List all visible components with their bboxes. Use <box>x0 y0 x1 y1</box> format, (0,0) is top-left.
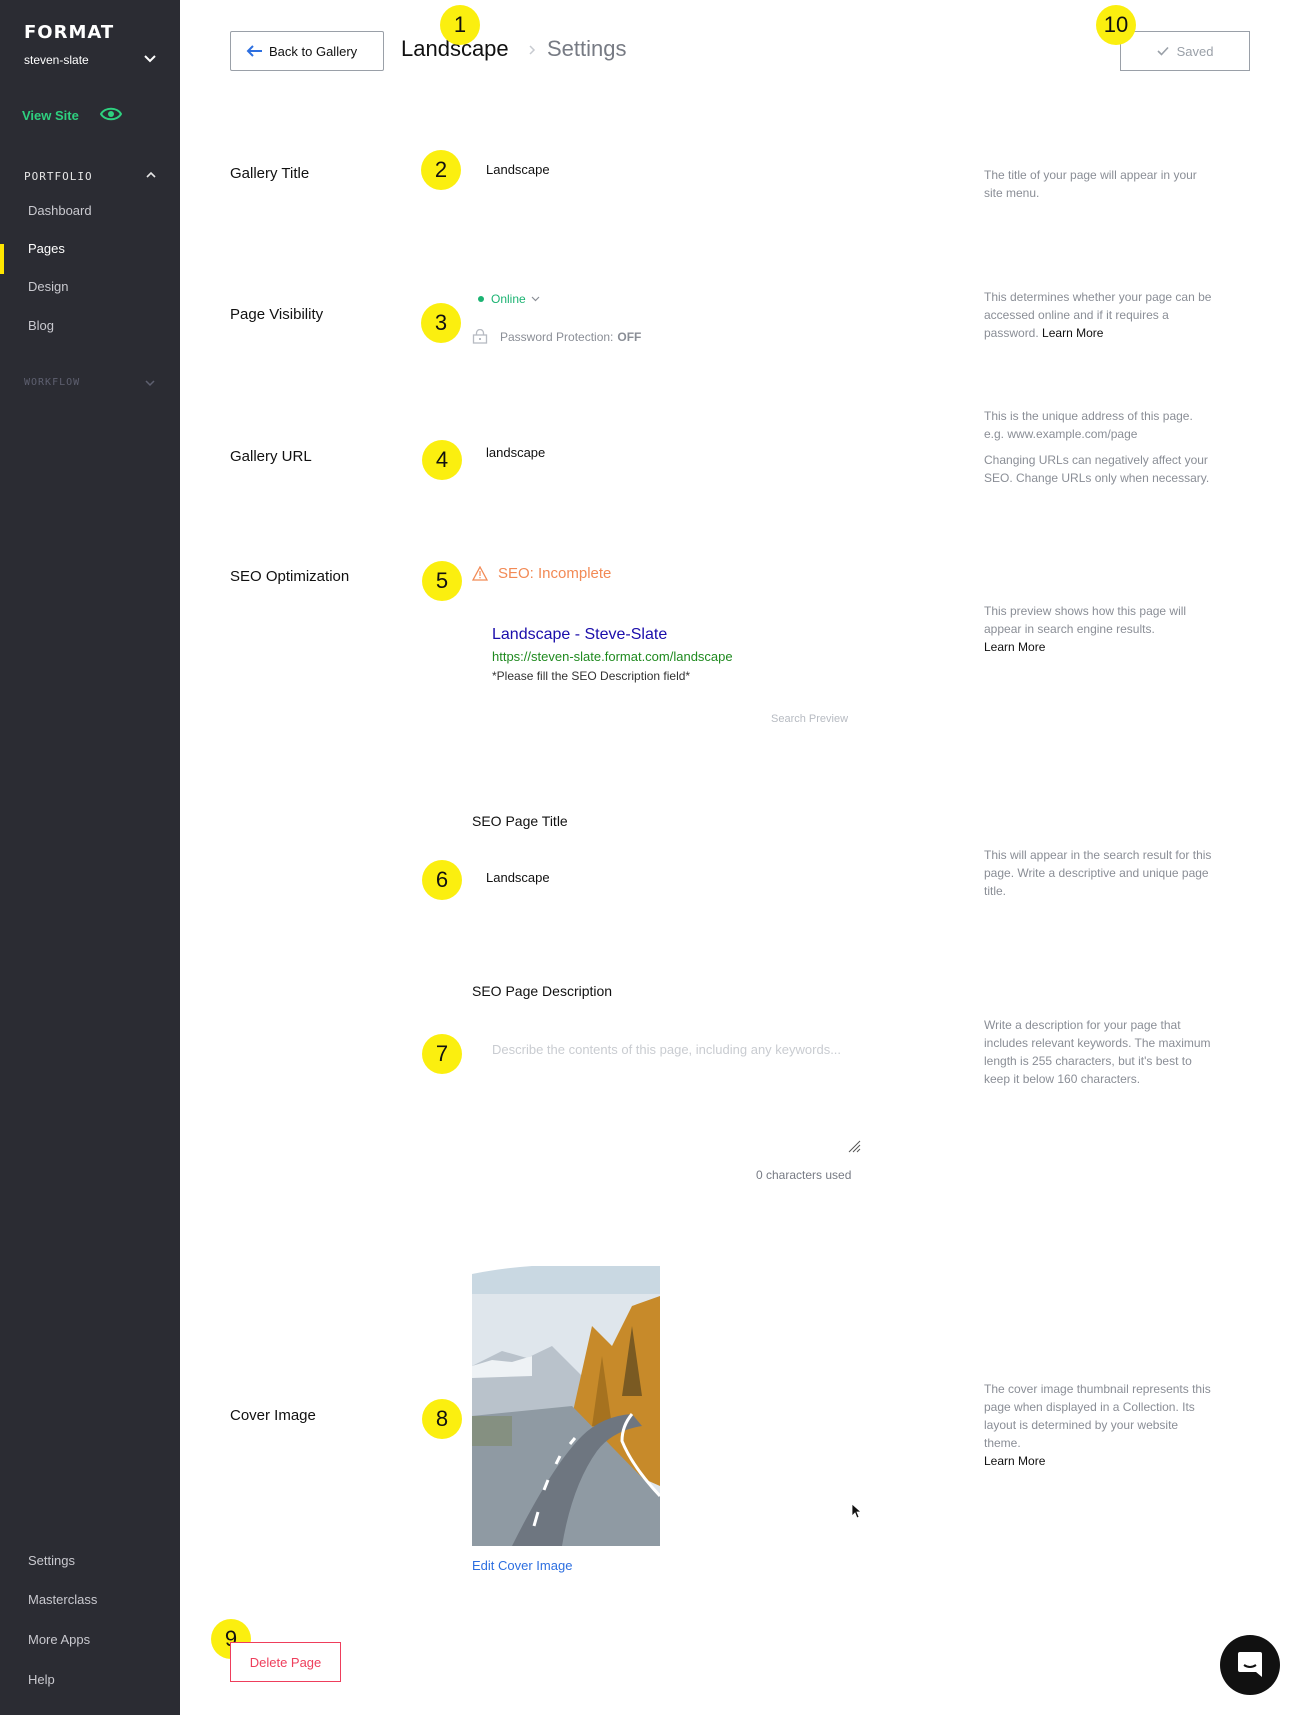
resize-handle-icon[interactable] <box>847 1139 861 1153</box>
learn-more-link[interactable]: Learn More <box>984 640 1045 654</box>
back-to-gallery-button[interactable]: Back to Gallery <box>230 31 384 71</box>
account-switcher[interactable]: steven-slate <box>24 53 89 67</box>
view-site-link[interactable]: View Site <box>22 108 79 123</box>
callout-badge: 10 <box>1096 5 1136 45</box>
portfolio-heading[interactable]: PORTFOLIO <box>24 170 93 183</box>
search-preview-description: *Please fill the SEO Description field* <box>492 669 691 683</box>
character-count: 0 characters used <box>756 1168 852 1182</box>
callout-badge: 6 <box>422 860 462 900</box>
password-state: OFF <box>617 329 642 344</box>
gallery-url-label: Gallery URL <box>230 448 312 465</box>
eye-icon[interactable] <box>100 107 122 121</box>
chat-icon <box>1238 1652 1262 1677</box>
seo-page-title-label: SEO Page Title <box>472 813 568 829</box>
warning-icon <box>472 566 488 581</box>
callout-badge: 4 <box>422 440 462 480</box>
chevron-down-icon[interactable] <box>144 379 156 387</box>
gallery-url-input[interactable]: landscape <box>486 445 545 460</box>
search-preview-title: Landscape - Steve-Slate <box>492 626 668 643</box>
gallery-title-label: Gallery Title <box>230 165 310 182</box>
cover-image-help: The cover image thumbnail represents thi… <box>984 1380 1214 1470</box>
chevron-up-icon[interactable] <box>145 170 157 180</box>
gallery-url-help-1: This is the unique address of this page.… <box>984 409 1193 441</box>
callout-badge: 1 <box>440 5 480 45</box>
visibility-help: This determines whether your page can be… <box>984 288 1214 342</box>
chevron-right-icon <box>529 45 536 55</box>
password-label: Password Protection: <box>500 329 614 344</box>
chevron-down-icon <box>531 296 540 302</box>
sidebar-item-settings[interactable]: Settings <box>28 1553 75 1568</box>
seo-page-description-label: SEO Page Description <box>472 983 613 999</box>
cover-image-help-text: The cover image thumbnail represents thi… <box>984 1382 1211 1450</box>
seo-page-title-help: This will appear in the search result fo… <box>984 848 1212 898</box>
lock-icon <box>472 329 488 344</box>
sidebar-item-more-apps[interactable]: More Apps <box>28 1632 90 1647</box>
page-visibility-label: Page Visibility <box>230 306 324 323</box>
visibility-status: Online <box>491 292 526 306</box>
callout-badge: 2 <box>421 150 461 190</box>
seo-description-help: Write a description for your page that i… <box>984 1018 1211 1086</box>
visibility-dropdown[interactable]: Online <box>478 292 540 306</box>
cover-image-label: Cover Image <box>230 1407 316 1424</box>
seo-status-text: SEO: Incomplete <box>498 565 612 582</box>
learn-more-link[interactable]: Learn More <box>984 1454 1045 1468</box>
saved-label: Saved <box>1176 43 1214 59</box>
sidebar-item-masterclass[interactable]: Masterclass <box>28 1592 97 1607</box>
seo-description-textarea[interactable] <box>472 1030 865 1158</box>
status-dot-icon <box>478 296 484 302</box>
delete-page-button[interactable]: Delete Page <box>230 1642 341 1682</box>
learn-more-link[interactable]: Learn More <box>1042 326 1103 340</box>
sidebar-item-pages[interactable]: Pages <box>28 241 65 256</box>
check-icon <box>1156 46 1169 56</box>
callout-badge: 3 <box>421 303 461 343</box>
gallery-title-help: The title of your page will appear in yo… <box>984 168 1197 200</box>
sidebar-item-blog[interactable]: Blog <box>28 318 54 333</box>
edit-cover-image-link[interactable]: Edit Cover Image <box>472 1558 572 1573</box>
cover-image <box>472 1266 660 1546</box>
password-protection-toggle[interactable]: Password Protection: OFF <box>472 329 641 344</box>
breadcrumb-settings: Settings <box>547 36 627 61</box>
back-button-label: Back to Gallery <box>269 43 358 59</box>
arrow-left-icon <box>246 45 262 57</box>
search-preview-caption: Search Preview <box>771 713 849 725</box>
mouse-cursor-icon <box>851 1503 861 1519</box>
sidebar: FORMAT steven-slate View Site PORTFOLIO … <box>0 0 180 1715</box>
seo-optimization-label: SEO Optimization <box>230 568 350 585</box>
callout-badge: 8 <box>422 1399 462 1439</box>
callout-badge: 7 <box>422 1034 462 1074</box>
seo-help-text: This preview shows how this page will ap… <box>984 604 1187 636</box>
callout-badge: 5 <box>422 561 462 601</box>
cover-image-thumbnail[interactable] <box>472 1266 660 1546</box>
saved-button[interactable]: Saved <box>1120 31 1250 71</box>
gallery-url-help: This is the unique address of this page.… <box>984 407 1214 487</box>
workflow-heading[interactable]: WORKFLOW <box>24 377 80 388</box>
seo-help: This preview shows how this page will ap… <box>984 602 1214 656</box>
seo-status: SEO: Incomplete <box>472 565 611 582</box>
gallery-title-input[interactable]: Landscape <box>486 162 550 177</box>
search-preview-url: https://steven-slate.format.com/landscap… <box>492 649 733 664</box>
sidebar-item-dashboard[interactable]: Dashboard <box>28 203 92 218</box>
chat-support-button[interactable] <box>1220 1635 1280 1695</box>
chevron-down-icon[interactable] <box>143 54 157 64</box>
seo-page-title-input[interactable]: Landscape <box>486 870 550 885</box>
gallery-url-help-2: Changing URLs can negatively affect your… <box>984 453 1210 485</box>
sidebar-item-help[interactable]: Help <box>28 1672 55 1687</box>
format-logo[interactable]: FORMAT <box>24 22 114 43</box>
sidebar-item-design[interactable]: Design <box>28 279 68 294</box>
active-nav-indicator <box>0 244 4 274</box>
